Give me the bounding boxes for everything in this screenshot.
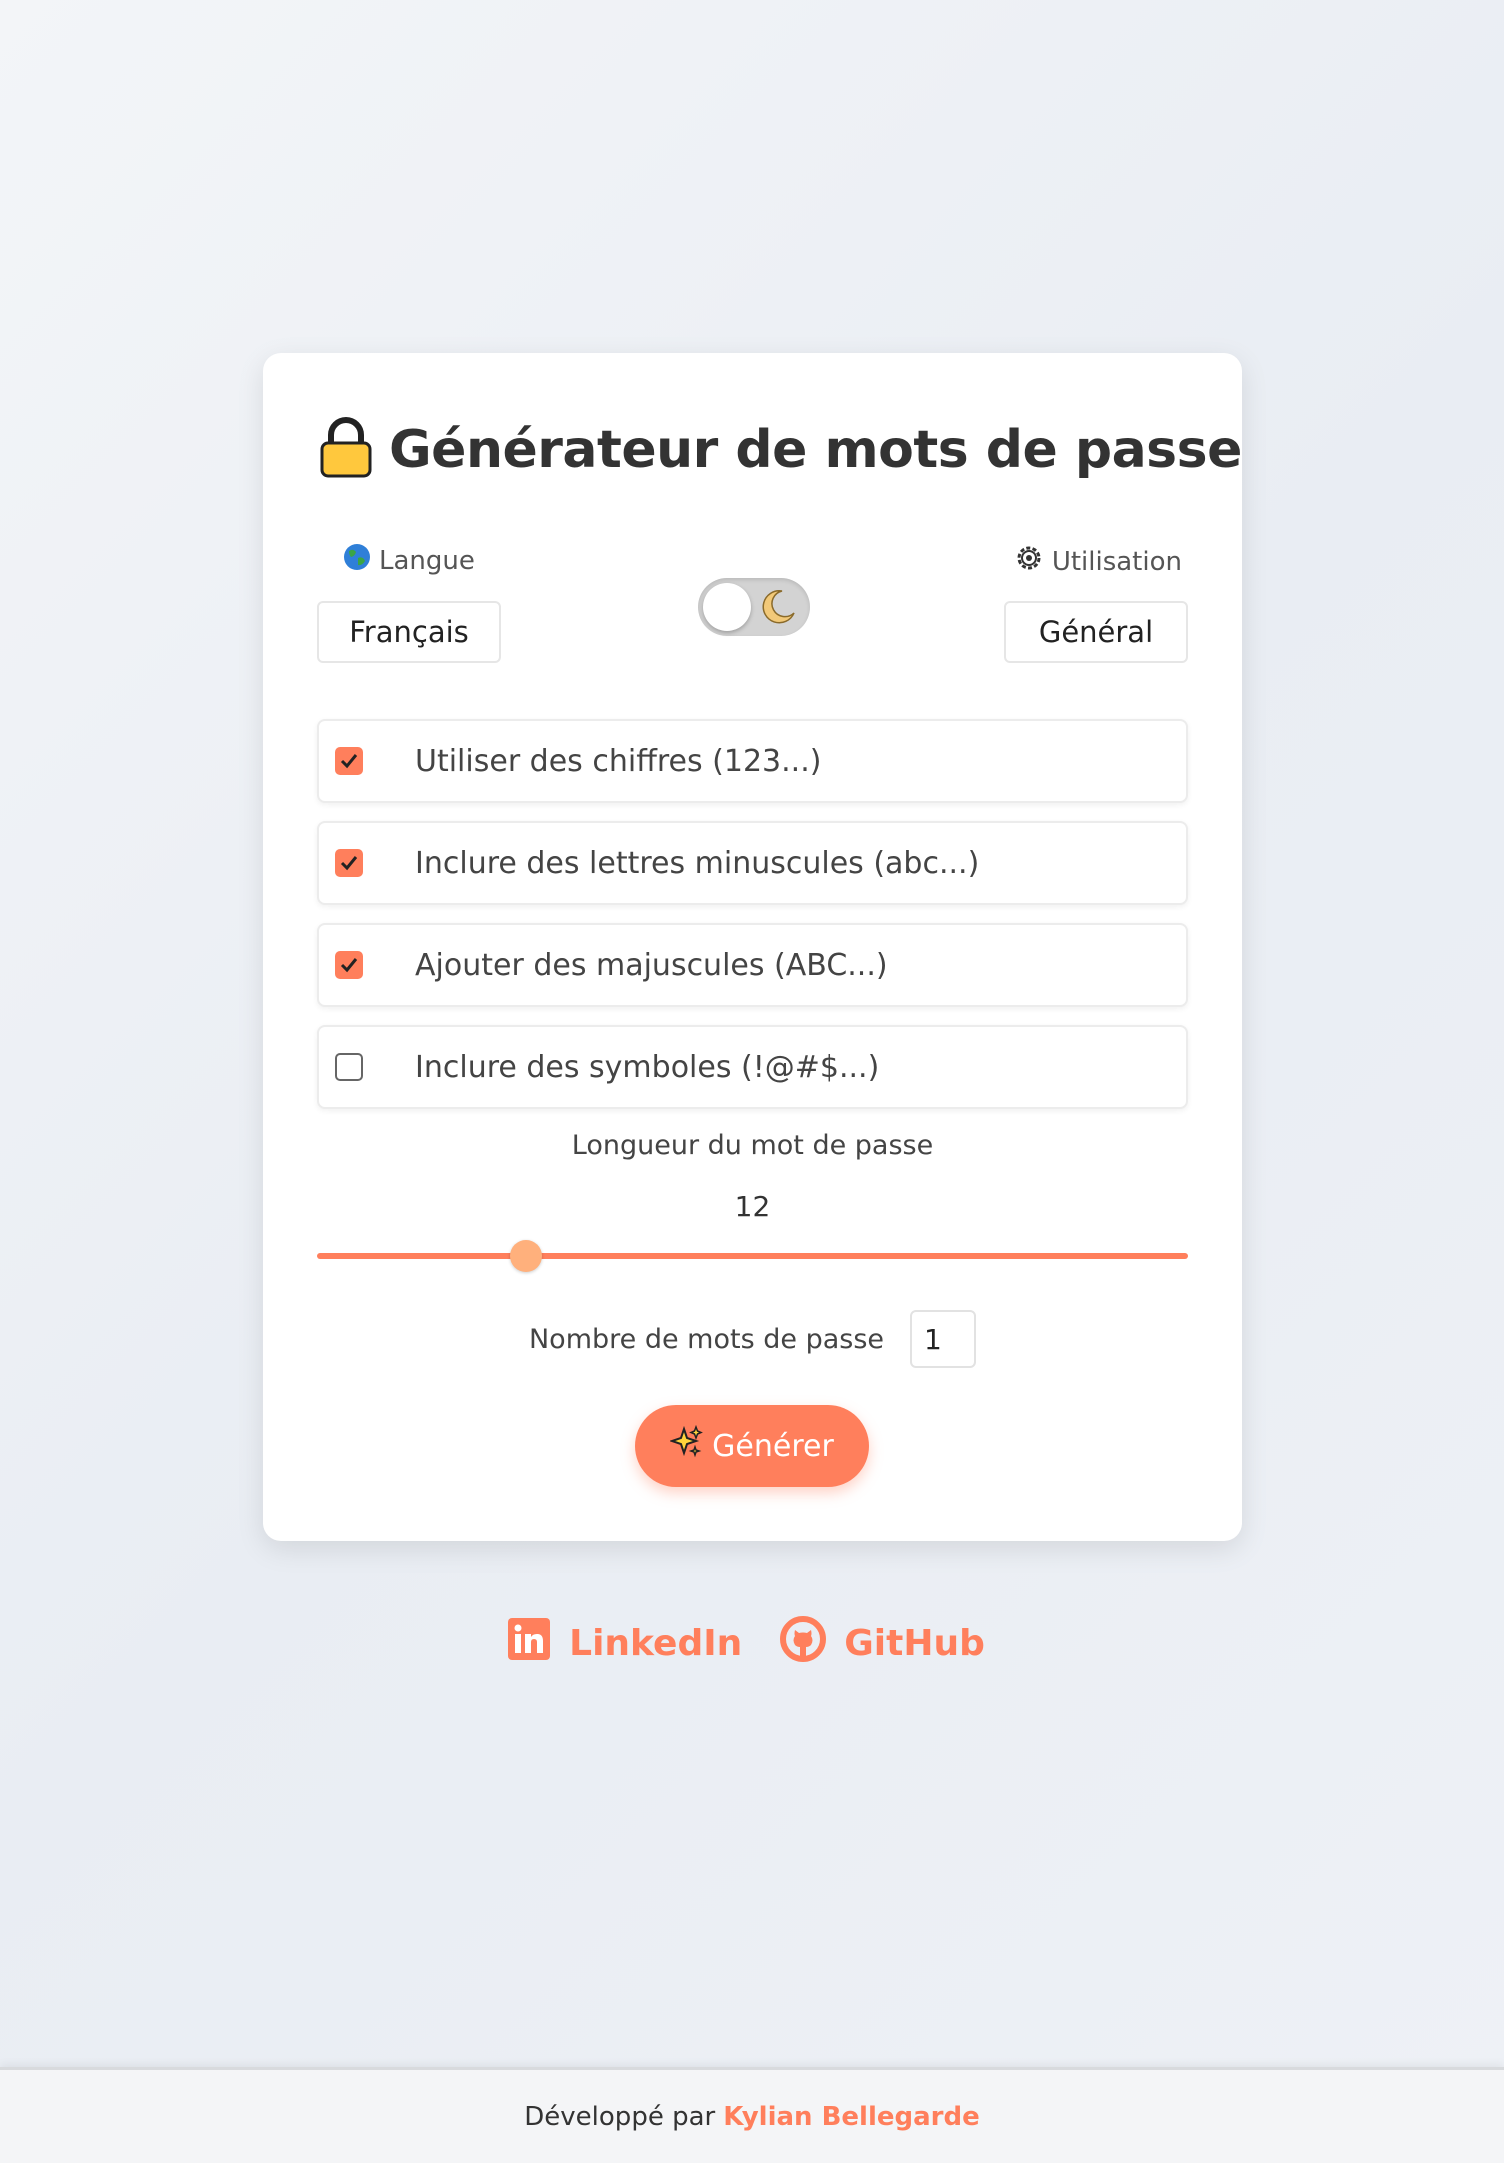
linkedin-icon (507, 1617, 551, 1670)
count-input[interactable]: 1 (910, 1310, 976, 1368)
github-label: GitHub (844, 1623, 985, 1664)
linkedin-label: LinkedIn (569, 1623, 743, 1664)
option-label: Utiliser des chiffres (123...) (415, 743, 822, 779)
option-label: Inclure des lettres minuscules (abc...) (415, 845, 980, 881)
language-label-text: Langue (379, 545, 475, 576)
language-select[interactable]: Français (317, 601, 501, 663)
generator-card: Générateur de mots de passe Langue Franç… (263, 353, 1242, 1541)
page-title: Générateur de mots de passe (389, 420, 1242, 480)
github-icon (780, 1616, 827, 1671)
option-uppercase[interactable]: Ajouter des majuscules (ABC...) (317, 923, 1188, 1007)
linkedin-link[interactable]: LinkedIn (507, 1616, 742, 1671)
toggle-knob (703, 583, 751, 631)
length-slider[interactable] (317, 1240, 1188, 1272)
footer-prefix: Développé par (524, 2101, 716, 2132)
option-symbols[interactable]: Inclure des symboles (!@#$...) (317, 1025, 1188, 1109)
usage-select[interactable]: Général (1004, 601, 1188, 663)
language-label: Langue (343, 543, 475, 578)
social-links: LinkedIn GitHub (0, 1616, 1498, 1671)
gear-icon (1014, 543, 1044, 580)
option-digits[interactable]: Utiliser des chiffres (123...) (317, 719, 1188, 803)
slider-thumb[interactable] (510, 1240, 543, 1272)
lock-icon (319, 417, 373, 483)
usage-label: Utilisation (1014, 543, 1182, 580)
theme-toggle[interactable] (698, 578, 810, 636)
moon-icon (758, 587, 798, 631)
length-value: 12 (734, 1190, 771, 1223)
option-label: Inclure des symboles (!@#$...) (415, 1049, 880, 1085)
globe-icon (343, 543, 371, 578)
github-link[interactable]: GitHub (780, 1616, 985, 1671)
sparkles-icon (669, 1424, 704, 1467)
option-label: Ajouter des majuscules (ABC...) (415, 947, 888, 983)
symbols-checkbox[interactable] (335, 1053, 363, 1081)
generate-label: Générer (712, 1428, 834, 1464)
count-label: Nombre de mots de passe (528, 1323, 884, 1355)
length-label: Longueur du mot de passe (571, 1130, 934, 1161)
usage-label-text: Utilisation (1051, 546, 1182, 577)
digits-checkbox[interactable] (335, 747, 363, 775)
generate-button[interactable]: Générer (635, 1405, 869, 1487)
footer: Développé par Kylian Bellegarde (0, 2067, 1504, 2163)
lowercase-checkbox[interactable] (335, 849, 363, 877)
count-row: Nombre de mots de passe 1 (263, 1310, 1242, 1368)
title-row: Générateur de mots de passe (319, 417, 1242, 483)
footer-author-link[interactable]: Kylian Bellegarde (723, 2102, 980, 2132)
option-lowercase[interactable]: Inclure des lettres minuscules (abc...) (317, 821, 1188, 905)
uppercase-checkbox[interactable] (335, 951, 363, 979)
